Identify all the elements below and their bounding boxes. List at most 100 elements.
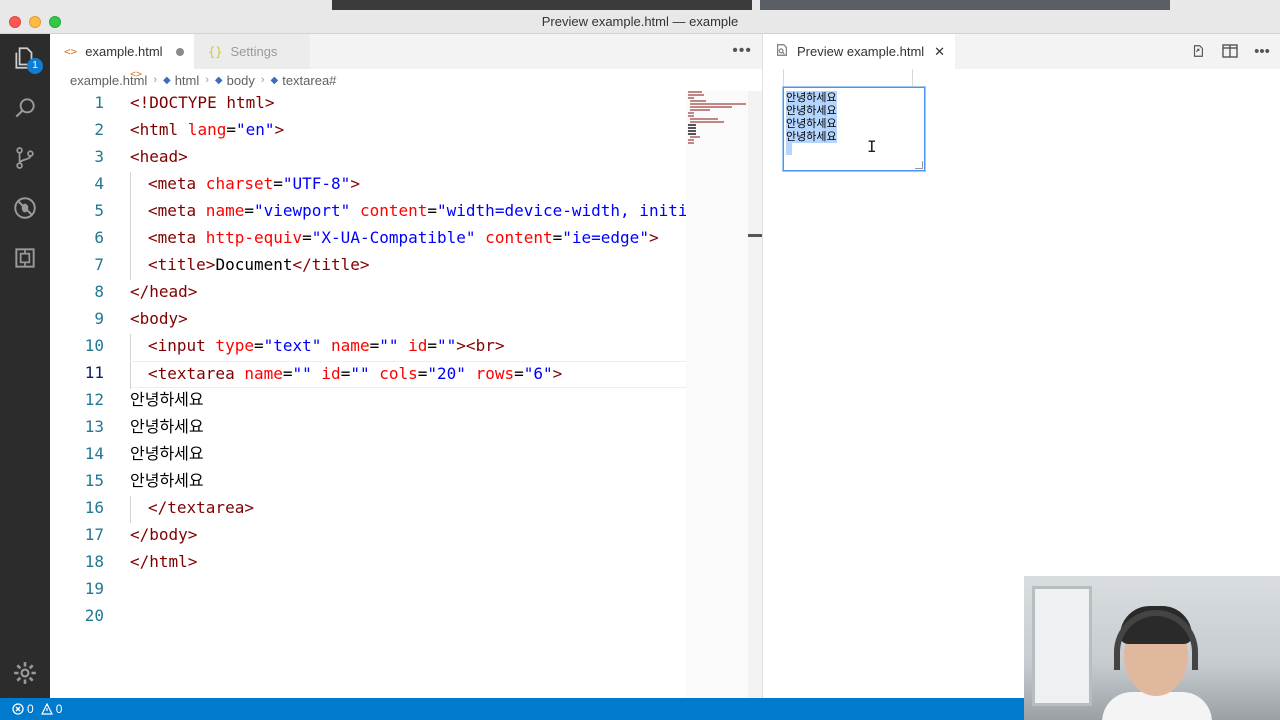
token: </title> (292, 255, 370, 274)
line-number: 2 (94, 120, 104, 139)
token: "" (379, 336, 399, 355)
minimap-line (688, 94, 704, 96)
problems-indicator[interactable]: 0 0 (12, 702, 62, 716)
code-editor[interactable]: 1 2 3 4 5 6 7 8 9 10 11 12 13 14 15 16 1… (50, 91, 686, 698)
split-editor-icon[interactable] (1222, 43, 1238, 59)
textarea-line (786, 143, 922, 158)
indent-guide (130, 226, 148, 253)
selected-text: 안녕하세요 (786, 130, 837, 143)
debug-icon[interactable] (11, 194, 39, 222)
line-number: 3 (94, 147, 104, 166)
preview-icon (775, 43, 789, 60)
token: "" (350, 364, 370, 383)
webcam-background-window (1032, 586, 1092, 706)
line-number: 14 (84, 444, 104, 463)
token: <!DOCTYPE (130, 93, 217, 112)
minimap-line (688, 142, 694, 144)
token: 안녕하세요 (130, 390, 204, 409)
token: </html> (130, 552, 198, 571)
line-number: 15 (84, 471, 104, 490)
breadcrumb-file[interactable]: <> example.html (70, 69, 147, 88)
line-number: 8 (94, 282, 104, 301)
tab-label: Preview example.html (797, 44, 925, 59)
line-number: 5 (94, 201, 104, 220)
gear-icon[interactable] (11, 659, 39, 687)
indent-guide (130, 172, 148, 199)
tab-preview[interactable]: Preview example.html ✕ (763, 34, 955, 69)
textarea-line: 안녕하세요 (786, 130, 922, 143)
unsaved-dot-icon[interactable] (176, 47, 184, 56)
token: "ie=edge" (562, 228, 649, 247)
token: html> (216, 93, 275, 112)
breadcrumb: <> example.html › ◆ html › ◆ body › ◆ te… (50, 69, 762, 91)
token: "" (437, 336, 457, 355)
minimap-line (690, 118, 718, 120)
minimap-line (690, 103, 746, 105)
token: 안녕하세요 (130, 417, 204, 436)
indent-guide (130, 253, 148, 280)
minimap-line (688, 130, 696, 132)
token: = (427, 336, 438, 355)
indent-guide (130, 199, 148, 226)
minimap-line (688, 97, 694, 99)
textarea-line: 안녕하세요 (786, 91, 922, 104)
tab-example-html[interactable]: <> example.html (50, 34, 194, 69)
token: "text" (263, 336, 322, 355)
textarea-line: 안녕하세요 (786, 104, 922, 117)
line-number: 16 (84, 498, 104, 517)
open-source-icon[interactable] (1190, 43, 1206, 59)
preview-text-input[interactable] (783, 69, 913, 87)
selected-empty-line (786, 143, 792, 155)
explorer-badge: 1 (27, 58, 43, 74)
minimap-line (688, 91, 702, 93)
token: "X-UA-Compatible" (311, 228, 476, 247)
code-line: <body> (130, 307, 686, 334)
resize-handle[interactable] (915, 161, 923, 169)
token: id (311, 364, 341, 383)
minimap-line (688, 115, 694, 117)
explorer-icon[interactable]: 1 (11, 44, 43, 74)
cursor-position-marker (748, 234, 762, 237)
tab-label: Settings (230, 44, 278, 59)
error-count: 0 (27, 702, 34, 716)
minimap[interactable] (686, 91, 748, 698)
warning-count: 0 (55, 702, 63, 716)
tab-settings[interactable]: {} Settings (194, 34, 310, 69)
token: = (340, 364, 351, 383)
token: <body> (130, 309, 188, 328)
window-title: Preview example.html — example (541, 14, 739, 29)
token: </textarea> (148, 498, 254, 517)
token: name (196, 201, 245, 220)
close-icon[interactable]: ✕ (934, 44, 945, 60)
source-control-icon[interactable] (11, 144, 39, 172)
line-number: 1 (94, 93, 104, 112)
token: <input (148, 336, 206, 355)
vertical-scrollbar[interactable] (748, 91, 762, 698)
minimap-line (690, 106, 732, 108)
search-icon[interactable] (11, 94, 39, 122)
token: "6" (523, 364, 553, 383)
token: rows (465, 364, 515, 383)
token: id (398, 336, 428, 355)
token: type (205, 336, 254, 355)
warning-icon (40, 703, 53, 715)
more-actions-icon[interactable]: ••• (732, 42, 752, 60)
preview-textarea[interactable]: 안녕하세요 안녕하세요 안녕하세요 안녕하세요 (783, 87, 925, 171)
title-bar: Preview example.html — example (0, 0, 1280, 34)
token: "UTF-8" (282, 174, 351, 193)
code-line: <!DOCTYPE html> (130, 91, 686, 118)
token: lang (178, 120, 227, 139)
token: ><br> (456, 336, 505, 355)
more-actions-icon[interactable]: ••• (1254, 43, 1270, 60)
code-lines[interactable]: <!DOCTYPE html> <html lang="en"> <head> … (130, 91, 686, 631)
extensions-icon[interactable] (11, 244, 39, 272)
token: = (273, 174, 283, 193)
token: "width=device-width, initial-s (437, 201, 686, 220)
minimap-line (688, 112, 694, 114)
token: </body> (130, 525, 198, 544)
line-number: 20 (84, 606, 104, 625)
token: <meta (148, 201, 197, 220)
token: charset (196, 174, 274, 193)
selected-text: 안녕하세요 (786, 91, 837, 104)
